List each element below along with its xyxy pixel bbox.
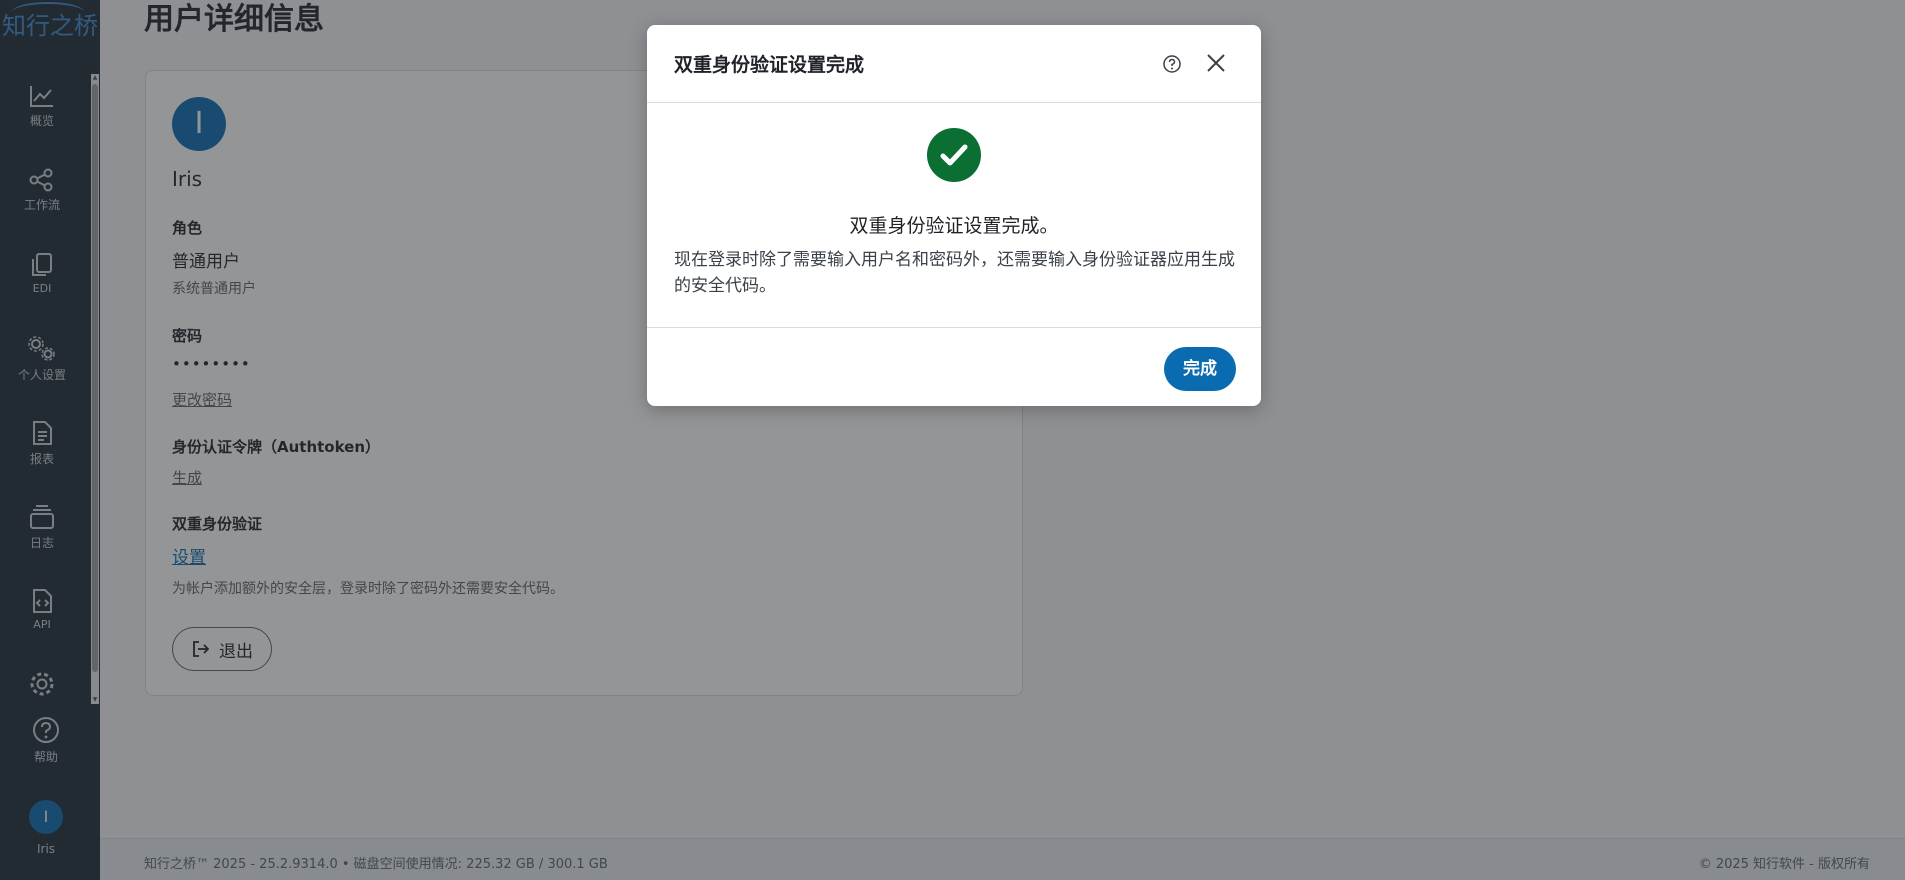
close-icon[interactable] xyxy=(1205,52,1227,74)
dialog-header: 双重身份验证设置完成 xyxy=(647,25,1261,103)
dialog-title: 双重身份验证设置完成 xyxy=(674,54,865,76)
success-description: 现在登录时除了需要输入用户名和密码外，还需要输入身份验证器应用生成的安全代码。 xyxy=(674,250,1235,296)
success-check-icon xyxy=(927,128,981,182)
dialog-footer-divider xyxy=(647,327,1261,328)
done-button[interactable]: 完成 xyxy=(1164,347,1236,391)
success-title: 双重身份验证设置完成。 xyxy=(849,215,1059,237)
two-factor-complete-dialog: 双重身份验证设置完成 双重身份验证设置完成。 现在登录时除了需要输入用户名和密码… xyxy=(647,25,1261,406)
help-icon[interactable] xyxy=(1162,54,1182,74)
